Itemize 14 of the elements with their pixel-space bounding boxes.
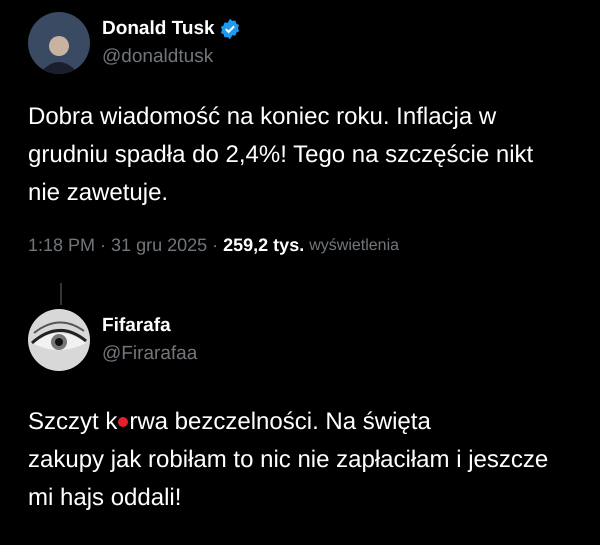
view-count: 259,2 tys. [223, 234, 304, 257]
tweet-text: Dobra wiadomość na koniec roku. Inflacja w grudniu spadła do 2,4%! Tego na szczęście nikt nie zawetuje. [28, 102, 534, 208]
reply-text: rwa bezczelności. Na święta [129, 407, 431, 437]
tweet-time[interactable]: 1:18 PM [28, 232, 96, 259]
separator: · [100, 234, 106, 257]
reply-text: zakupy jak robiłam to nic nie zapłaciłam i jeszcze mi hajs oddali! [28, 445, 550, 513]
author-name[interactable]: Fifarafa [102, 312, 198, 340]
reply-text: Szczyt k [28, 407, 118, 437]
separator: · [212, 234, 218, 257]
author-handle[interactable]: @donaldtusk [102, 43, 241, 72]
author-name[interactable]: Donald Tusk [102, 14, 215, 43]
author-handle[interactable]: @Firarafaa [102, 340, 198, 368]
tweet-date[interactable]: 31 gru 2025 [111, 232, 208, 259]
views-label: wyświetlenia [309, 236, 400, 256]
